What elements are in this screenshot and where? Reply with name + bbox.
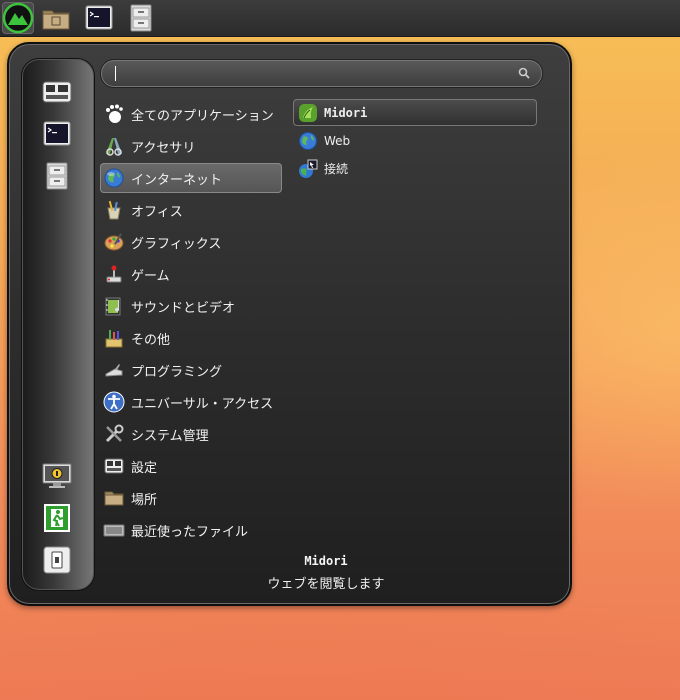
category-settings[interactable]: 設定 (100, 451, 282, 481)
accessories-icon (106, 138, 122, 156)
menu-logo-icon (2, 2, 34, 34)
category-office[interactable]: オフィス (100, 195, 282, 225)
category-universal-access[interactable]: ユニバーサル・アクセス (100, 387, 282, 417)
category-label: アクセサリ (131, 140, 196, 156)
graphics-icon (104, 233, 124, 251)
app-connect[interactable]: 接続 (293, 155, 537, 182)
settings-icon (104, 458, 124, 474)
category-graphics[interactable]: グラフィックス (100, 227, 282, 257)
app-description-title: Midori (304, 554, 348, 568)
category-internet[interactable]: インターネット (100, 163, 282, 193)
favorite-system-settings[interactable] (41, 76, 73, 108)
file-cabinet-icon (130, 4, 152, 32)
category-label: ゲーム (131, 268, 170, 284)
category-label: ユニバーサル・アクセス (131, 396, 274, 412)
category-label: オフィス (131, 204, 183, 220)
web-globe-icon (299, 131, 317, 150)
category-list: 全てのアプリケーション アクセサリ インターネット オフィス グラフィックス ゲ… (100, 99, 282, 547)
system-settings-icon (42, 81, 72, 103)
category-label: 最近使ったファイル (131, 524, 249, 540)
category-system-tools[interactable]: システム管理 (100, 419, 282, 449)
multimedia-icon (105, 297, 121, 316)
search-bar[interactable] (100, 59, 543, 88)
other-icon (105, 330, 123, 348)
category-recent-files[interactable]: 最近使ったファイル (100, 515, 282, 545)
app-label: Web (324, 133, 351, 148)
category-label: グラフィックス (131, 236, 222, 252)
category-label: その他 (131, 332, 171, 348)
home-folder-icon (42, 10, 70, 30)
text-cursor (115, 66, 116, 81)
network-connect-icon (299, 159, 318, 178)
application-list: Midori Web 接続 (293, 99, 537, 183)
home-folder-launcher[interactable] (40, 2, 72, 34)
shutdown-icon (43, 546, 71, 574)
logout-button[interactable] (41, 502, 73, 534)
category-places[interactable]: 場所 (100, 483, 282, 513)
shutdown-button[interactable] (41, 544, 73, 576)
favorites-sidebar (21, 58, 95, 591)
file-cabinet-launcher[interactable] (125, 2, 157, 34)
lock-screen-icon (42, 463, 72, 488)
favorite-terminal[interactable] (41, 118, 73, 150)
category-programming[interactable]: プログラミング (100, 355, 282, 385)
category-label: インターネット (131, 172, 223, 188)
category-all-applications[interactable]: 全てのアプリケーション (100, 99, 282, 129)
category-accessories[interactable]: アクセサリ (100, 131, 282, 161)
places-icon (104, 491, 124, 506)
category-label: サウンドとビデオ (131, 300, 236, 316)
recent-files-icon (103, 524, 125, 537)
terminal-icon (85, 5, 113, 30)
logout-icon (44, 504, 70, 532)
internet-icon (104, 168, 124, 188)
lock-screen-button[interactable] (41, 460, 73, 492)
top-panel (0, 0, 680, 37)
app-description-text: ウェブを閲覧します (267, 577, 385, 592)
category-multimedia[interactable]: サウンドとビデオ (100, 291, 282, 321)
menu-logo-button[interactable] (2, 2, 34, 34)
category-games[interactable]: ゲーム (100, 259, 282, 289)
search-input[interactable] (111, 63, 505, 85)
search-icon[interactable] (518, 67, 530, 79)
category-other[interactable]: その他 (100, 323, 282, 353)
accessibility-icon (103, 391, 125, 413)
app-label: Midori (324, 105, 368, 120)
app-web[interactable]: Web (293, 127, 537, 154)
category-label: 全てのアプリケーション (131, 108, 274, 124)
category-label: 設定 (131, 460, 158, 476)
category-label: システム管理 (131, 428, 209, 444)
app-midori[interactable]: Midori (293, 99, 537, 126)
application-menu: 全てのアプリケーション アクセサリ インターネット オフィス グラフィックス ゲ… (7, 42, 572, 606)
games-icon (106, 265, 122, 283)
favorite-file-cabinet[interactable] (41, 160, 73, 192)
file-cabinet-icon (46, 162, 68, 190)
terminal-icon (43, 121, 71, 146)
system-tools-icon (105, 424, 124, 443)
midori-icon (299, 103, 317, 122)
category-label: プログラミング (131, 364, 223, 380)
terminal-launcher[interactable] (83, 2, 115, 34)
office-icon (107, 200, 121, 220)
all-applications-icon (106, 104, 123, 123)
programming-icon (105, 364, 123, 377)
category-label: 場所 (131, 492, 158, 508)
app-label: 接続 (324, 162, 349, 176)
